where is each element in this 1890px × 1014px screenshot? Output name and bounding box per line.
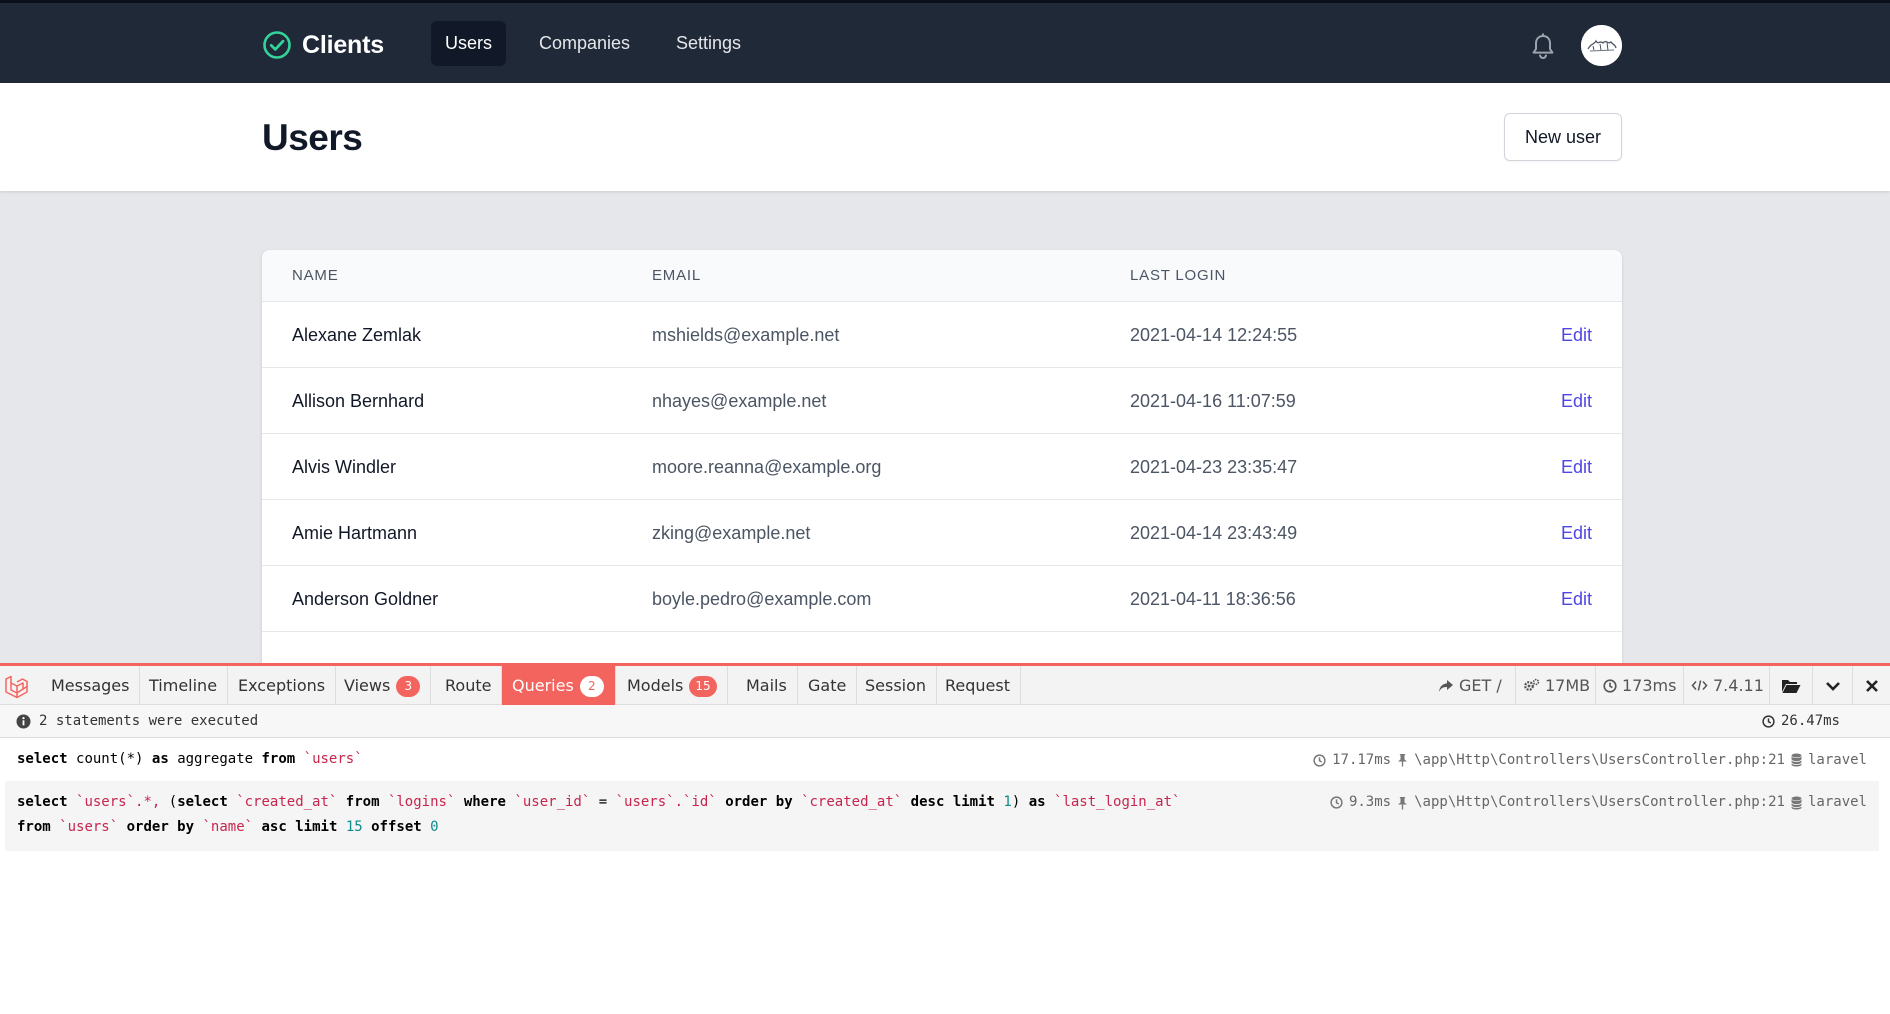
code-icon (1691, 679, 1708, 692)
user-name: Amie Hartmann (292, 523, 418, 543)
query-source: \app\Http\Controllers\UsersController.ph… (1414, 794, 1785, 810)
user-last-login: 2021-04-16 11:07:59 (1130, 391, 1296, 411)
nav-settings[interactable]: Settings (662, 21, 755, 66)
clock-icon (1603, 678, 1617, 693)
debugbar-tab-queries[interactable]: Queries 2 (502, 666, 616, 705)
user-last-login: 2021-04-14 12:24:55 (1130, 325, 1298, 345)
brand[interactable]: Clients (262, 28, 384, 62)
debugbar-tab-exceptions[interactable]: Exceptions (228, 666, 337, 705)
table-row-partial (262, 632, 1622, 663)
column-header-name[interactable]: NAME (292, 250, 339, 302)
models-count-badge: 15 (689, 676, 717, 697)
column-header-email[interactable]: EMAIL (652, 250, 701, 302)
edit-link[interactable]: Edit (1561, 500, 1592, 566)
debugbar-tab-messages[interactable]: Messages (41, 666, 141, 705)
debugbar-tab-route[interactable]: Route (435, 666, 503, 705)
clock-icon (1762, 715, 1775, 728)
folder-open-icon[interactable] (1769, 666, 1812, 705)
user-email: boyle.pedro@example.com (652, 589, 872, 609)
page-title: Users (262, 117, 363, 158)
query-duration: 17.17ms (1332, 752, 1392, 768)
page-header: Users New user (0, 83, 1890, 191)
memory-usage[interactable]: 17MB (1515, 666, 1595, 705)
app-page: Clients Users Companies Settings Users N… (0, 0, 1890, 663)
nav-users[interactable]: Users (431, 21, 507, 66)
info-icon (16, 714, 31, 729)
debugbar-tab-mails[interactable]: Mails (736, 666, 798, 705)
debugbar-tab-gate[interactable]: Gate (798, 666, 858, 705)
table-row: Alvis Windler moore.reanna@example.org 2… (262, 434, 1622, 500)
avatar[interactable] (1581, 25, 1622, 66)
user-name: Alvis Windler (292, 457, 397, 477)
nav-companies[interactable]: Companies (525, 21, 644, 66)
clock-icon (1313, 753, 1326, 767)
sql-statement: select `users`.*, (select `created_at` f… (17, 794, 1181, 835)
check-circle-icon (262, 30, 292, 60)
user-last-login: 2021-04-11 18:36:56 (1130, 589, 1296, 609)
edit-link[interactable]: Edit (1561, 368, 1592, 434)
total-query-time: 26.47ms (1780, 713, 1840, 729)
query-duration: 9.3ms (1348, 794, 1392, 810)
column-header-last-login[interactable]: LAST LOGIN (1130, 250, 1226, 302)
users-table: NAME EMAIL LAST LOGIN Alexane Zemlak msh… (262, 250, 1622, 663)
query-meta: 9.3ms \app\Http\Controllers\UsersControl… (1330, 790, 1867, 815)
pin-icon (1397, 796, 1408, 810)
query-connection: laravel (1807, 752, 1867, 768)
debugbar-tab-views[interactable]: Views 3 (334, 666, 432, 705)
debugbar: Messages Timeline Exceptions Views 3 Rout… (0, 663, 1890, 1014)
queries-summary: 2 statements were executed 26.47ms (0, 705, 1890, 738)
edit-link[interactable]: Edit (1561, 434, 1592, 500)
user-last-login: 2021-04-14 23:43:49 (1130, 523, 1298, 543)
statements-count: 2 statements were executed (39, 713, 259, 729)
php-version[interactable]: 7.4.11 (1683, 666, 1769, 705)
edit-link[interactable]: Edit (1561, 302, 1592, 368)
new-user-button[interactable]: New user (1504, 113, 1622, 161)
debugbar-tab-request[interactable]: Request (935, 666, 1021, 705)
table-row: Alexane Zemlak mshields@example.net 2021… (262, 302, 1622, 368)
database-icon (1791, 753, 1802, 767)
views-count-badge: 3 (396, 676, 421, 697)
close-icon[interactable] (1852, 666, 1890, 705)
pin-icon (1397, 753, 1408, 767)
user-name: Alexane Zemlak (292, 325, 422, 345)
debugbar-tab-models[interactable]: Models 15 (617, 666, 728, 705)
cogs-icon (1523, 678, 1540, 693)
query-source: \app\Http\Controllers\UsersController.ph… (1414, 752, 1785, 768)
bell-icon[interactable] (1530, 33, 1556, 61)
share-icon (1438, 679, 1454, 693)
request-method[interactable]: GET / (1431, 666, 1526, 705)
query-meta: 17.17ms \app\Http\Controllers\UsersContr… (1313, 749, 1867, 771)
table-row: Allison Bernhard nhayes@example.net 2021… (262, 368, 1622, 434)
top-navigation: Clients Users Companies Settings (0, 0, 1890, 83)
table-header: NAME EMAIL LAST LOGIN (262, 250, 1622, 302)
chevron-down-icon[interactable] (1812, 666, 1852, 705)
table-row: Amie Hartmann zking@example.net 2021-04-… (262, 500, 1622, 566)
database-icon (1791, 796, 1802, 810)
debugbar-tab-timeline[interactable]: Timeline (139, 666, 229, 705)
user-name: Anderson Goldner (292, 589, 439, 609)
brand-name: Clients (302, 30, 384, 59)
request-duration[interactable]: 173ms (1595, 666, 1683, 705)
query-item[interactable]: select `users`.*, (select `created_at` f… (5, 781, 1879, 851)
user-email: mshields@example.net (652, 325, 840, 345)
user-email: zking@example.net (652, 523, 811, 543)
user-email: moore.reanna@example.org (652, 457, 882, 477)
queries-count-badge: 2 (579, 676, 604, 697)
user-email: nhayes@example.net (652, 391, 827, 411)
sql-statement: select count(*) as aggregate from `users… (17, 751, 363, 767)
clock-icon (1330, 796, 1343, 809)
table-row: Anderson Goldner boyle.pedro@example.com… (262, 566, 1622, 632)
query-item[interactable]: select count(*) as aggregate from `users… (5, 740, 1879, 780)
query-connection: laravel (1807, 794, 1867, 810)
user-last-login: 2021-04-23 23:35:47 (1130, 457, 1298, 477)
debugbar-tab-session[interactable]: Session (855, 666, 938, 705)
user-name: Allison Bernhard (292, 391, 425, 411)
edit-link[interactable]: Edit (1561, 566, 1592, 632)
debugbar-tabs: Messages Timeline Exceptions Views 3 Rout… (0, 663, 1890, 705)
laravel-logo-icon[interactable] (3, 674, 29, 700)
